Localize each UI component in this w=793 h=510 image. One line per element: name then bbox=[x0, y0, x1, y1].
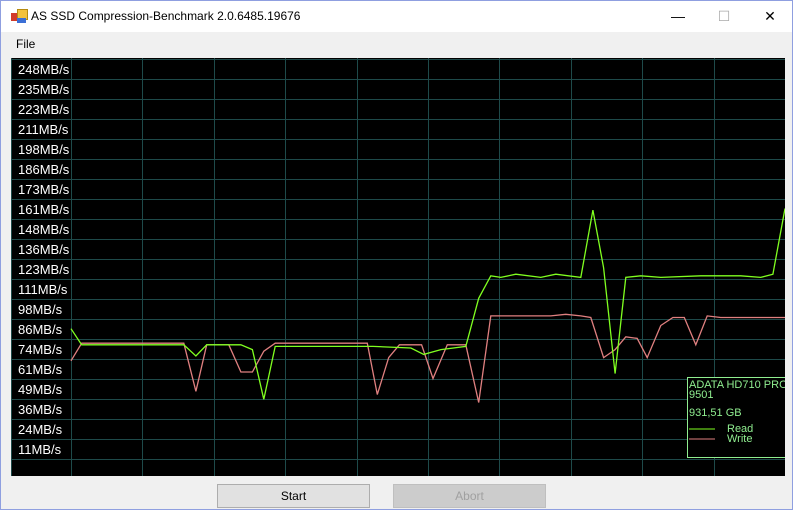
y-tick-label: 98MB/s bbox=[18, 302, 63, 317]
title-bar: AS SSD Compression-Benchmark 2.0.6485.19… bbox=[1, 1, 792, 32]
y-tick-label: 111MB/s bbox=[18, 282, 68, 297]
app-window: AS SSD Compression-Benchmark 2.0.6485.19… bbox=[0, 0, 793, 510]
legend-capacity: 931,51 GB bbox=[689, 407, 742, 419]
y-tick-label: 36MB/s bbox=[18, 402, 63, 417]
y-tick-label: 148MB/s bbox=[18, 222, 70, 237]
y-tick-label: 86MB/s bbox=[18, 322, 63, 337]
y-tick-label: 11MB/s bbox=[18, 442, 62, 457]
y-tick-label: 235MB/s bbox=[18, 82, 70, 97]
y-tick-label: 173MB/s bbox=[18, 182, 70, 197]
y-tick-label: 123MB/s bbox=[18, 262, 70, 277]
y-tick-label: 61MB/s bbox=[18, 362, 63, 377]
y-tick-label: 74MB/s bbox=[18, 342, 63, 357]
window-title: AS SSD Compression-Benchmark 2.0.6485.19… bbox=[31, 9, 301, 23]
start-button[interactable]: Start bbox=[217, 484, 370, 508]
legend-firmware: 9501 bbox=[689, 389, 713, 401]
maximize-button[interactable]: ☐ bbox=[701, 1, 747, 32]
y-tick-label: 24MB/s bbox=[18, 422, 63, 437]
y-tick-label: 211MB/s bbox=[18, 122, 69, 137]
y-tick-label: 161MB/s bbox=[18, 202, 70, 217]
menu-bar: File bbox=[1, 32, 792, 56]
chart-svg: 248MB/s 235MB/s 223MB/s 211MB/s 198MB/s 186MB… bbox=[11, 58, 785, 476]
y-tick-label: 136MB/s bbox=[18, 242, 70, 257]
abort-button[interactable]: Abort bbox=[393, 484, 546, 508]
y-tick-label: 198MB/s bbox=[18, 142, 70, 157]
legend-write-label: Write bbox=[727, 433, 752, 445]
menu-file[interactable]: File bbox=[16, 37, 35, 51]
app-icon bbox=[11, 9, 28, 23]
y-tick-label: 223MB/s bbox=[18, 102, 70, 117]
y-tick-label: 186MB/s bbox=[18, 162, 70, 177]
minimize-button[interactable]: — bbox=[655, 1, 701, 32]
close-button[interactable]: ✕ bbox=[747, 1, 793, 32]
y-tick-label: 49MB/s bbox=[18, 382, 63, 397]
y-tick-label: 248MB/s bbox=[18, 62, 70, 77]
benchmark-chart: 248MB/s 235MB/s 223MB/s 211MB/s 198MB/s 186MB… bbox=[11, 58, 785, 476]
